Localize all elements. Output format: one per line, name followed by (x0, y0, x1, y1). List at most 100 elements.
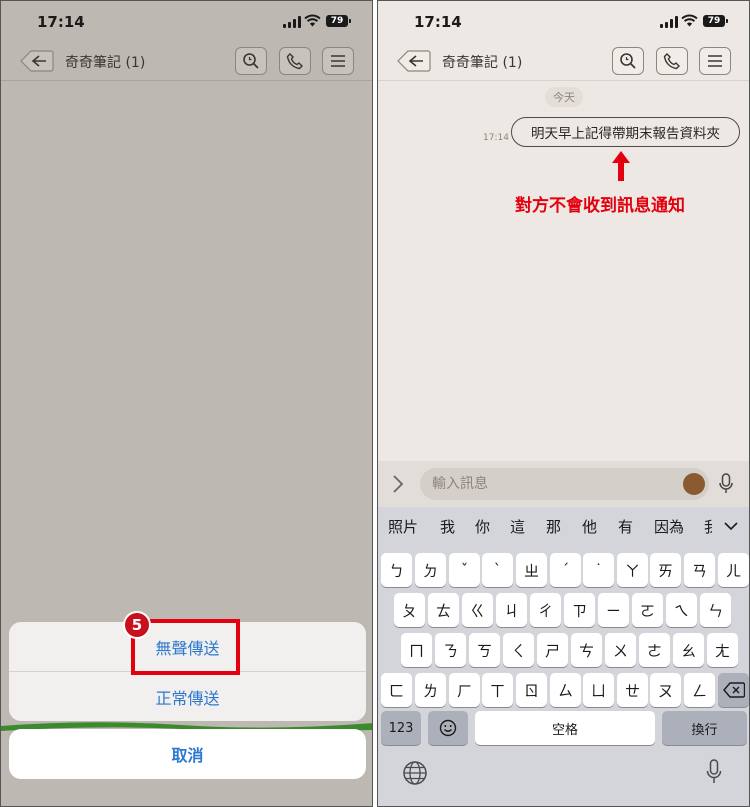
key[interactable]: ㄇ (401, 633, 432, 667)
message-bubble[interactable]: 明天早上記得帶期末報告資料夾 (511, 117, 740, 147)
normal-send-option[interactable]: 正常傳送 (9, 672, 366, 721)
suggestion-item[interactable]: 有 (618, 516, 633, 537)
key[interactable]: ㄨ (605, 633, 636, 667)
key[interactable]: ㄍ (462, 593, 493, 627)
key[interactable]: ㄆ (394, 593, 425, 627)
key[interactable]: ㄐ (496, 593, 527, 627)
cancel-button[interactable]: 取消 (9, 729, 366, 779)
microphone-icon[interactable] (719, 473, 733, 495)
chat-title: 奇奇筆記 (1) (442, 55, 523, 71)
status-time: 17:14 (37, 13, 85, 31)
key[interactable]: ㄈ (381, 673, 412, 707)
menu-button[interactable] (699, 47, 731, 75)
back-arrow-icon[interactable] (19, 48, 55, 74)
key[interactable]: ㄏ (449, 673, 480, 707)
key[interactable]: ㄦ (718, 553, 749, 587)
space-key[interactable]: 空格 (475, 711, 655, 745)
key[interactable]: ˇ (449, 553, 480, 587)
numbers-key[interactable]: 123 (381, 711, 421, 745)
key[interactable]: ㄒ (482, 673, 513, 707)
search-button[interactable] (235, 47, 267, 75)
suggestion-item[interactable]: 你 (475, 516, 490, 537)
suggestion-item[interactable]: 照片 (388, 516, 418, 537)
suggestion-item[interactable]: 這 (510, 516, 525, 537)
key[interactable]: ˊ (550, 553, 581, 587)
key[interactable]: ㄅ (381, 553, 412, 587)
annotation-text: 對方不會收到訊息通知 (515, 196, 685, 216)
key[interactable]: ㄠ (673, 633, 704, 667)
message-input[interactable] (420, 468, 709, 500)
key[interactable]: ㄝ (617, 673, 648, 707)
call-button[interactable] (279, 47, 311, 75)
key[interactable]: ㄢ (684, 553, 715, 587)
key[interactable]: ˙ (583, 553, 614, 587)
left-screen: 17:14 79 奇奇筆記 (1) 無聲傳送 正常傳送 取消 5 (0, 0, 373, 807)
key[interactable]: ㄤ (707, 633, 738, 667)
key[interactable]: ㄛ (632, 593, 663, 627)
key[interactable]: ㄧ (598, 593, 629, 627)
key[interactable]: ㄥ (684, 673, 715, 707)
suggestion-item[interactable]: 他 (582, 516, 597, 537)
battery-icon: 79 (326, 15, 351, 27)
key[interactable]: ㄕ (537, 633, 568, 667)
key[interactable]: ㄎ (469, 633, 500, 667)
key[interactable]: ㄑ (503, 633, 534, 667)
menu-icon (708, 55, 722, 67)
key[interactable]: ㄔ (530, 593, 561, 627)
key[interactable]: ㄜ (639, 633, 670, 667)
phone-icon (663, 53, 680, 70)
dictation-microphone-icon[interactable] (706, 759, 722, 785)
key[interactable]: ㄞ (650, 553, 681, 587)
wifi-icon (681, 14, 698, 27)
key[interactable]: ㄚ (617, 553, 648, 587)
suggestion-item[interactable]: 那 (546, 516, 561, 537)
red-up-arrow-icon (612, 151, 630, 181)
cellular-signal-icon (660, 16, 678, 28)
battery-icon: 79 (703, 15, 728, 27)
delete-key[interactable] (718, 673, 749, 707)
right-screen: 17:14 79 奇奇筆記 (1) 今天 17:14 明天早上記得帶期末報告資料… (377, 0, 750, 807)
key[interactable]: ˋ (482, 553, 513, 587)
key[interactable]: ㄘ (571, 633, 602, 667)
key[interactable]: ㄗ (564, 593, 595, 627)
cellular-signal-icon (283, 16, 301, 28)
chevron-right-icon[interactable] (392, 474, 404, 494)
step-badge: 5 (123, 611, 151, 639)
sticker-bear-icon[interactable] (683, 473, 705, 495)
back-arrow-icon[interactable] (396, 48, 432, 74)
key[interactable]: ㄩ (583, 673, 614, 707)
suggestion-item[interactable]: 因為 (654, 516, 684, 537)
chevron-down-icon[interactable] (724, 522, 738, 531)
key[interactable]: ㄊ (428, 593, 459, 627)
globe-icon[interactable] (402, 760, 428, 786)
key[interactable]: ㄖ (516, 673, 547, 707)
suggestion-bar: 照片 我 你 這 那 他 有 因為 我 (378, 507, 749, 545)
key[interactable]: ㄓ (516, 553, 547, 587)
chat-header: 奇奇筆記 (1) (1, 41, 372, 81)
key[interactable]: ㄋ (435, 633, 466, 667)
call-button[interactable] (656, 47, 688, 75)
search-button[interactable] (612, 47, 644, 75)
menu-icon (331, 55, 345, 67)
key[interactable]: ㄣ (700, 593, 731, 627)
backspace-icon (722, 682, 745, 698)
emoji-key[interactable] (428, 711, 468, 745)
wifi-icon (304, 14, 321, 27)
menu-button[interactable] (322, 47, 354, 75)
key[interactable]: ㄡ (650, 673, 681, 707)
message-input-bar (378, 461, 749, 507)
key[interactable]: ㄟ (666, 593, 697, 627)
message-timestamp: 17:14 (483, 133, 509, 143)
key[interactable]: ㄙ (550, 673, 581, 707)
suggestion-item[interactable]: 我 (704, 516, 712, 537)
phone-icon (286, 53, 303, 70)
suggestion-item[interactable]: 我 (440, 516, 455, 537)
key[interactable]: ㄉ (415, 553, 446, 587)
search-icon (620, 53, 636, 69)
return-key[interactable]: 換行 (662, 711, 747, 745)
chat-header: 奇奇筆記 (1) (378, 41, 749, 81)
date-separator: 今天 (545, 87, 583, 107)
search-icon (243, 53, 259, 69)
zhuyin-keyboard: 照片 我 你 這 那 他 有 因為 我 ㄅ ㄉ ˇ ˋ ㄓ ˊ ˙ ㄚ ㄞ ㄢ … (378, 507, 749, 806)
key[interactable]: ㄌ (415, 673, 446, 707)
